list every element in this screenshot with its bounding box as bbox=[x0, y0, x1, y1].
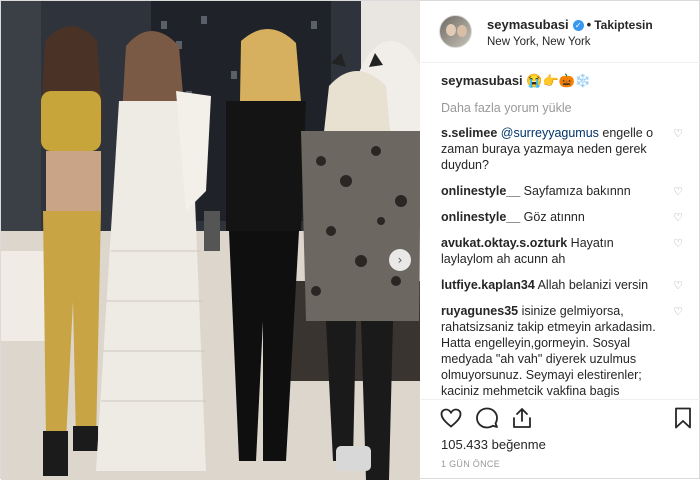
verified-badge-icon: ✓ bbox=[572, 20, 584, 31]
comment-item: s.selimee @surreyyagumus engelle o zaman… bbox=[441, 125, 683, 173]
comment-item: avukat.oktay.s.ozturk Hayatın laylaylom … bbox=[441, 235, 683, 267]
post-header: seymasubasi ✓ • Takiptesin New York, New Yo… bbox=[421, 1, 700, 63]
action-bar bbox=[421, 399, 700, 435]
header-username-row: seymasubasi ✓ • Takiptesin bbox=[487, 17, 653, 32]
chevron-right-icon: › bbox=[397, 253, 403, 267]
comment-item: lutfiye.kaplan34 Allah belanizi versin ♡ bbox=[441, 277, 683, 293]
next-photo-button[interactable]: › bbox=[389, 249, 411, 271]
photo-illustration bbox=[1, 1, 420, 480]
comment-item: ruyagunes35 isinize gelmiyorsa, rahatsiz… bbox=[441, 303, 683, 397]
comment-like-heart-icon[interactable]: ♡ bbox=[673, 184, 683, 200]
comment-item: onlinestyle__ Sayfamıza bakınnn ♡ bbox=[441, 183, 683, 199]
comment-text: Allah belanizi versin bbox=[534, 278, 649, 292]
load-more-comments-button[interactable]: Daha fazla yorum yükle bbox=[441, 101, 683, 115]
comment-icon[interactable] bbox=[475, 406, 499, 430]
share-icon[interactable] bbox=[510, 406, 534, 430]
caption: seymasubasi 😭👉🎃❄️ bbox=[441, 73, 683, 89]
comments-list[interactable]: seymasubasi 😭👉🎃❄️ Daha fazla yorum yükle… bbox=[421, 67, 700, 397]
post-photo[interactable]: › bbox=[1, 1, 420, 480]
caption-username[interactable]: seymasubasi bbox=[441, 73, 523, 88]
comment-item: onlinestyle__ Göz atınnn ♡ bbox=[441, 209, 683, 225]
caption-text: 😭👉🎃❄️ bbox=[526, 73, 592, 88]
comment-username[interactable]: onlinestyle__ bbox=[441, 184, 520, 198]
heart-icon[interactable] bbox=[439, 406, 463, 430]
bookmark-icon[interactable] bbox=[671, 406, 695, 430]
comment-like-heart-icon[interactable]: ♡ bbox=[673, 210, 683, 226]
comment-like-heart-icon[interactable]: ♡ bbox=[673, 304, 683, 320]
comment-username[interactable]: avukat.oktay.s.ozturk bbox=[441, 236, 567, 250]
header-username[interactable]: seymasubasi bbox=[487, 17, 569, 32]
comment-username[interactable]: onlinestyle__ bbox=[441, 210, 520, 224]
comment-text: Göz atınnn bbox=[520, 210, 585, 224]
avatar[interactable] bbox=[439, 15, 472, 48]
post-sidebar: seymasubasi ✓ • Takiptesin New York, New Yo… bbox=[421, 1, 700, 480]
location-link[interactable]: New York, New York bbox=[487, 36, 591, 48]
follow-status-button[interactable]: Takiptesin bbox=[594, 18, 652, 32]
comment-username[interactable]: ruyagunes35 bbox=[441, 304, 518, 318]
comment-like-heart-icon[interactable]: ♡ bbox=[673, 236, 683, 252]
comment-like-heart-icon[interactable]: ♡ bbox=[673, 126, 683, 142]
comment-username[interactable]: lutfiye.kaplan34 bbox=[441, 278, 535, 292]
post-timestamp[interactable]: 1 GÜN ÖNCE bbox=[441, 459, 500, 469]
post-container: › seymasubasi ✓ • Takiptesin New York, New … bbox=[0, 0, 700, 480]
separator-dot: • bbox=[586, 17, 592, 32]
comment-text: Sayfamıza bakınnn bbox=[520, 184, 631, 198]
comment-like-heart-icon[interactable]: ♡ bbox=[673, 278, 683, 294]
comment-username[interactable]: s.selimee bbox=[441, 126, 497, 140]
comment-mention[interactable]: @surreyyagumus bbox=[501, 126, 599, 140]
likes-count[interactable]: 105.433 beğenme bbox=[441, 437, 546, 452]
